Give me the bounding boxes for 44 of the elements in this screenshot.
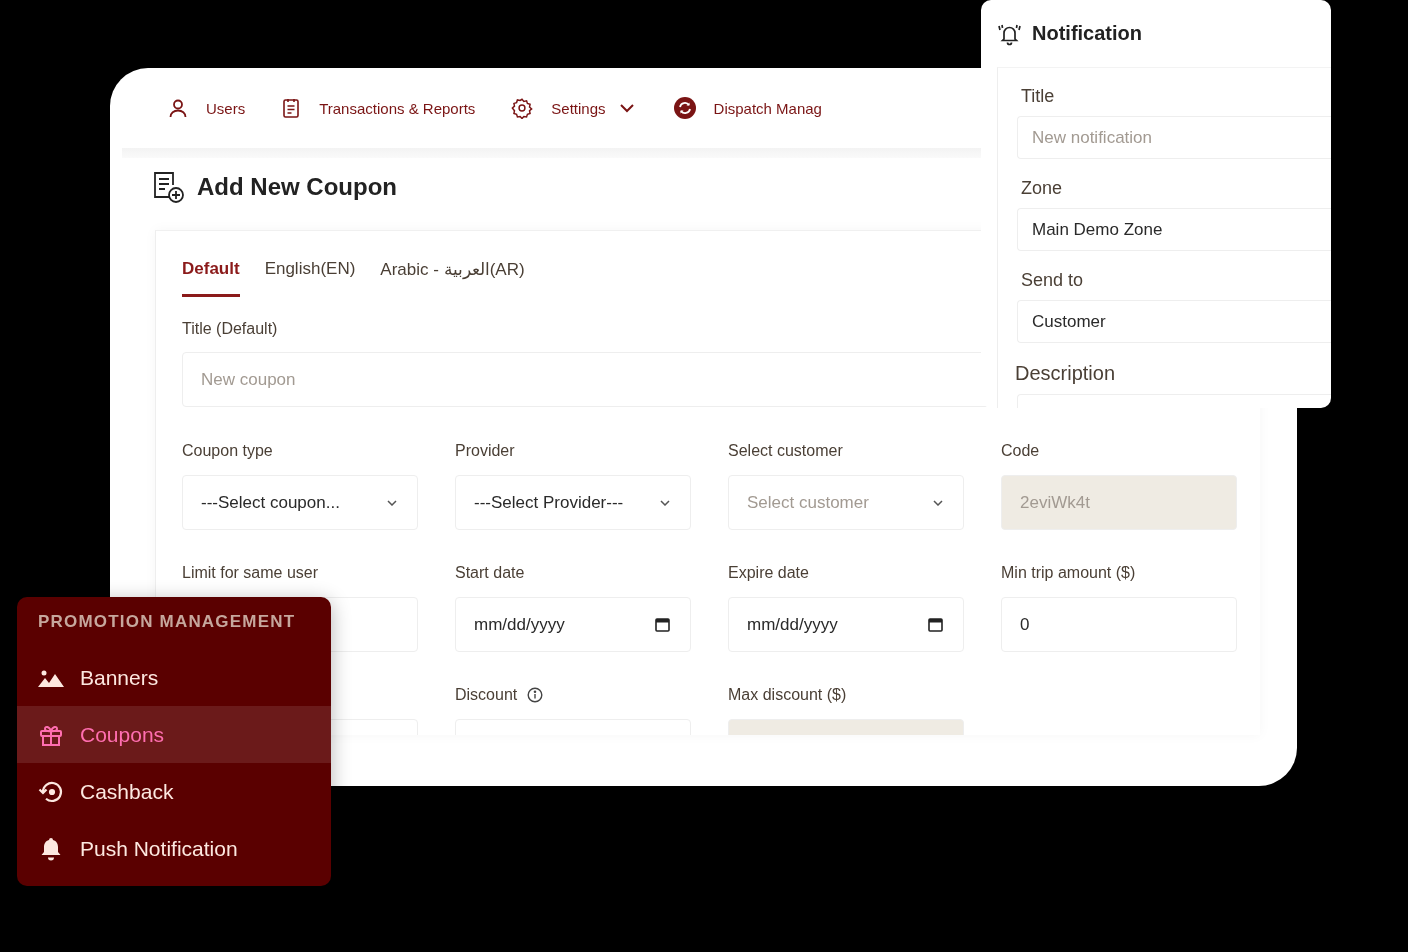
field-label: Start date: [455, 564, 525, 582]
field-label: Coupon type: [182, 442, 273, 460]
document-add-icon: [151, 170, 185, 204]
input-field[interactable]: 0: [1001, 597, 1237, 652]
chevron-down-icon: [387, 499, 397, 506]
field-label: Max discount ($): [728, 686, 847, 704]
language-tab[interactable]: English(EN): [264, 259, 356, 297]
field-label: Description: [1015, 362, 1116, 385]
calendar-icon: [928, 617, 943, 632]
select-field[interactable]: ---Select coupon...: [182, 475, 418, 530]
chevron-down-icon: [933, 499, 943, 506]
menu-heading: PROMOTION MANAGEMENT: [37, 612, 297, 632]
field-label: Select customer: [728, 442, 843, 460]
select-field[interactable]: ---Select Provider---: [455, 475, 691, 530]
page-title: Add New Coupon: [197, 173, 397, 201]
field-label: Code: [1001, 442, 1040, 460]
field-label: Limit for same user: [182, 564, 319, 582]
field-label: Min trip amount ($): [1001, 564, 1136, 582]
input-field[interactable]: Main Demo Zone: [1017, 208, 1331, 251]
field-label: Title: [1021, 86, 1055, 107]
menu-item[interactable]: Banners: [17, 649, 331, 706]
field-label: Provider: [455, 442, 515, 460]
menu-item[interactable]: Cashback: [17, 763, 331, 820]
date-field[interactable]: mm/dd/yyyy: [455, 597, 691, 652]
date-field[interactable]: mm/dd/yyyy: [728, 597, 964, 652]
clipboard-icon: [281, 97, 302, 119]
menu-item[interactable]: Coupons: [17, 706, 331, 763]
field-label: Expire date: [728, 564, 809, 582]
calendar-icon: [655, 617, 670, 632]
language-tab[interactable]: Default: [182, 259, 240, 297]
field-label: Title (Default): [182, 320, 278, 338]
input-field[interactable]: Customer: [1017, 300, 1331, 343]
chevron-down-icon: [660, 499, 670, 506]
history-icon: [38, 779, 64, 804]
language-tab[interactable]: Arabic - العربية(AR): [380, 259, 525, 297]
field-label: Discount: [455, 686, 518, 704]
nav-link[interactable]: Settings: [511, 97, 634, 119]
settings-icon: [511, 97, 534, 119]
field-label: Send to: [1021, 270, 1084, 291]
panel-title: Notification: [1032, 22, 1142, 45]
user-icon: [168, 98, 188, 118]
menu-item[interactable]: Push Notification: [17, 820, 331, 877]
sync-icon: [673, 97, 696, 119]
field-label: Zone: [1021, 178, 1063, 199]
